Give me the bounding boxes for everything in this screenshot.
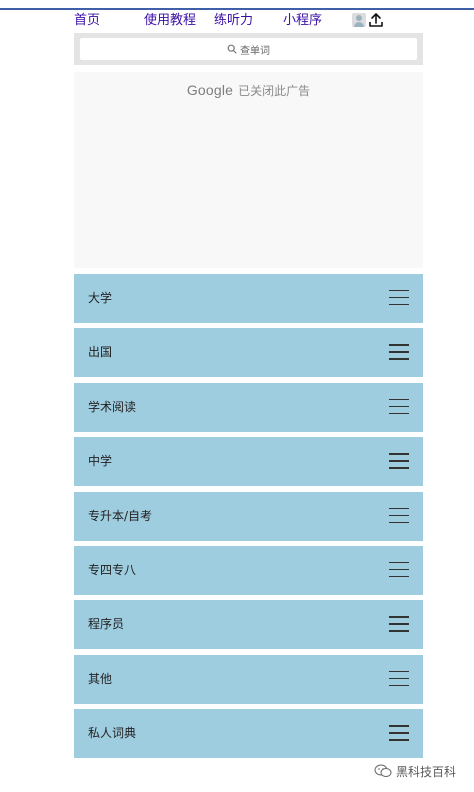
nav-link-tutorial[interactable]: 使用教程 <box>144 12 196 30</box>
category-item-tem4-tem8[interactable]: 专四专八 <box>74 545 423 595</box>
category-label: 大学 <box>88 291 113 305</box>
category-label: 中学 <box>88 454 113 469</box>
ad-status-text: 已关闭此广告 <box>238 84 311 98</box>
upload-icon[interactable] <box>368 12 384 28</box>
category-label: 学术阅读 <box>88 399 137 414</box>
category-item-university[interactable]: 大学 <box>74 274 423 323</box>
category-item-upgrade-self-study[interactable]: 专升本/自考 <box>74 491 423 541</box>
top-nav: 首页 使用教程 练听力 小程序 <box>0 12 474 32</box>
category-item-academic-reading[interactable]: 学术阅读 <box>74 382 423 432</box>
hamburger-menu-icon[interactable] <box>389 398 409 416</box>
hamburger-menu-icon[interactable] <box>389 561 409 579</box>
category-item-other[interactable]: 其他 <box>74 654 423 704</box>
category-label: 出国 <box>88 345 113 360</box>
hamburger-menu-icon[interactable] <box>389 452 409 470</box>
category-label: 专四专八 <box>88 562 137 577</box>
watermark-text: 黑科技百科 <box>396 764 457 779</box>
nav-link-mini-program[interactable]: 小程序 <box>283 12 322 30</box>
top-divider <box>0 8 474 10</box>
search-bar: 查单词 <box>74 33 423 65</box>
category-item-programmer[interactable]: 程序员 <box>74 600 423 650</box>
wechat-icon <box>374 764 392 777</box>
category-label: 其他 <box>88 671 113 686</box>
category-item-study-abroad[interactable]: 出国 <box>74 328 423 378</box>
nav-link-listening[interactable]: 练听力 <box>214 12 253 30</box>
google-logo: Google <box>186 82 234 98</box>
category-item-middle-school[interactable]: 中学 <box>74 437 423 487</box>
hamburger-menu-icon[interactable] <box>389 507 409 525</box>
ad-closed-notice: Google 已关闭此广告 <box>74 82 423 99</box>
hamburger-menu-icon[interactable] <box>389 343 409 361</box>
search-input[interactable]: 查单词 <box>80 38 417 60</box>
category-label: 私人词典 <box>88 726 137 741</box>
category-list: 大学 出国 学术阅读 中学 专升本/自考 专四专八 程序员 其他 私人词典 <box>74 274 423 764</box>
hamburger-menu-icon[interactable] <box>389 670 409 688</box>
category-label: 专升本/自考 <box>88 508 153 523</box>
hamburger-menu-icon[interactable] <box>389 615 409 633</box>
category-label: 程序员 <box>88 617 125 632</box>
avatar-icon[interactable] <box>352 13 366 27</box>
category-item-personal-dictionary[interactable]: 私人词典 <box>74 709 423 759</box>
hamburger-menu-icon[interactable] <box>389 289 409 307</box>
hamburger-menu-icon[interactable] <box>389 724 409 742</box>
search-placeholder: 查单词 <box>240 45 270 57</box>
nav-link-home[interactable]: 首页 <box>74 12 100 30</box>
watermark: 黑科技百科 <box>374 763 456 779</box>
ad-slot: Google 已关闭此广告 <box>74 72 423 268</box>
search-icon <box>227 44 237 54</box>
